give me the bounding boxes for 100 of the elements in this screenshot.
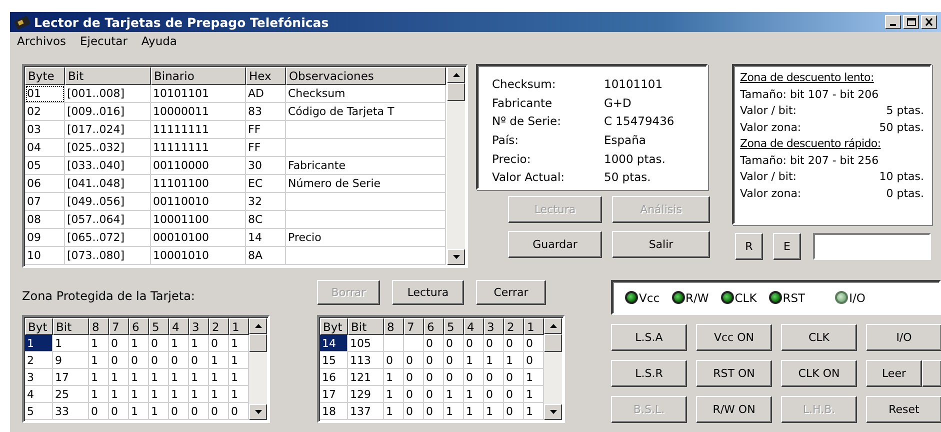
action-button[interactable]: Guardar bbox=[508, 231, 602, 258]
control-button[interactable]: L.S.R bbox=[611, 360, 687, 387]
table-cell[interactable]: 14 bbox=[320, 335, 348, 352]
table-cell[interactable]: 02 bbox=[25, 103, 65, 121]
column-header[interactable]: 1 bbox=[524, 318, 544, 335]
action-button[interactable]: Lectura bbox=[392, 280, 464, 305]
field-label: Valor / bit: bbox=[740, 103, 796, 119]
menu-item[interactable]: Ayuda bbox=[140, 34, 178, 50]
column-header[interactable]: Bit bbox=[53, 318, 89, 335]
column-header[interactable]: 8 bbox=[384, 318, 404, 335]
small-button[interactable] bbox=[922, 360, 941, 387]
register-button[interactable]: R bbox=[735, 233, 763, 260]
column-header[interactable]: 6 bbox=[424, 318, 444, 335]
control-button[interactable]: RST ON bbox=[696, 360, 772, 387]
table-cell: 0 bbox=[424, 386, 444, 403]
menu-item[interactable]: Ejecutar bbox=[78, 34, 128, 50]
table-cell[interactable]: 03 bbox=[25, 121, 65, 139]
table-cell: 1 bbox=[169, 386, 189, 403]
scroll-thumb[interactable] bbox=[447, 83, 465, 101]
maximize-button[interactable] bbox=[903, 15, 919, 29]
control-button[interactable]: I/O bbox=[866, 324, 941, 351]
column-header[interactable]: Byt bbox=[320, 318, 348, 335]
control-button[interactable]: R/W ON bbox=[696, 396, 772, 423]
table-cell: 1 bbox=[129, 386, 149, 403]
table-cell[interactable]: 5 bbox=[25, 403, 53, 420]
table-cell: 1 bbox=[189, 369, 209, 386]
column-header[interactable]: 3 bbox=[484, 318, 504, 335]
register-button[interactable]: E bbox=[773, 233, 801, 260]
control-button[interactable]: Reset bbox=[866, 396, 941, 423]
table-cell: 0 bbox=[424, 369, 444, 386]
scroll-thumb[interactable] bbox=[544, 334, 562, 352]
column-header[interactable]: 2 bbox=[209, 318, 229, 335]
table-cell[interactable]: 3 bbox=[25, 369, 53, 386]
input-field[interactable] bbox=[813, 233, 931, 260]
column-header[interactable]: Binario bbox=[151, 67, 246, 85]
table-cell[interactable]: 01 bbox=[25, 85, 65, 103]
action-button[interactable]: Cerrar bbox=[476, 280, 546, 305]
table-cell[interactable]: 08 bbox=[25, 211, 65, 229]
column-header[interactable]: 1 bbox=[229, 318, 249, 335]
table-cell[interactable]: 16 bbox=[320, 369, 348, 386]
table-cell: 0 bbox=[444, 369, 464, 386]
column-header[interactable]: Observaciones bbox=[286, 67, 446, 85]
scroll-up-icon[interactable] bbox=[249, 318, 267, 334]
menu-item[interactable]: Archivos bbox=[16, 34, 67, 50]
column-header[interactable]: 7 bbox=[404, 318, 424, 335]
table-cell: [041..048] bbox=[65, 175, 151, 193]
minimize-button[interactable] bbox=[885, 15, 901, 29]
control-button[interactable]: CLK bbox=[781, 324, 857, 351]
table-cell[interactable]: 18 bbox=[320, 403, 348, 420]
close-button[interactable] bbox=[921, 15, 937, 29]
control-button[interactable]: Leer bbox=[866, 360, 922, 387]
table-cell: 0 bbox=[504, 369, 524, 386]
table-cell[interactable]: 4 bbox=[25, 386, 53, 403]
table-cell[interactable]: 04 bbox=[25, 139, 65, 157]
table-cell[interactable]: 1 bbox=[25, 335, 53, 352]
scroll-down-icon[interactable] bbox=[447, 249, 465, 265]
column-header[interactable]: 4 bbox=[169, 318, 189, 335]
table-cell: 00010100 bbox=[151, 229, 246, 247]
table-cell[interactable]: 09 bbox=[25, 229, 65, 247]
column-header[interactable]: 8 bbox=[89, 318, 109, 335]
column-header[interactable]: Byte bbox=[25, 67, 65, 85]
column-header[interactable]: 5 bbox=[444, 318, 464, 335]
column-header[interactable]: 3 bbox=[189, 318, 209, 335]
table-cell: 10000011 bbox=[151, 103, 246, 121]
control-button[interactable]: L.S.A bbox=[611, 324, 687, 351]
scroll-thumb[interactable] bbox=[249, 334, 267, 352]
table-cell: 113 bbox=[348, 352, 384, 369]
column-header[interactable]: Bit bbox=[65, 67, 151, 85]
table-cell[interactable]: 10 bbox=[25, 247, 65, 265]
table-cell: 1 bbox=[209, 369, 229, 386]
control-button[interactable]: CLK ON bbox=[781, 360, 857, 387]
scrollbar[interactable] bbox=[544, 318, 562, 420]
table-cell[interactable]: 15 bbox=[320, 352, 348, 369]
table-cell[interactable]: 17 bbox=[320, 386, 348, 403]
control-button[interactable]: Vcc ON bbox=[696, 324, 772, 351]
table-cell: 1 bbox=[504, 352, 524, 369]
column-header[interactable]: 6 bbox=[129, 318, 149, 335]
scrollbar[interactable] bbox=[249, 318, 267, 420]
column-header[interactable]: 5 bbox=[149, 318, 169, 335]
scroll-up-icon[interactable] bbox=[544, 318, 562, 334]
column-header[interactable]: Byt bbox=[25, 318, 53, 335]
column-header[interactable]: 2 bbox=[504, 318, 524, 335]
table-cell: 0 bbox=[169, 352, 189, 369]
action-button[interactable]: Salir bbox=[612, 231, 710, 258]
column-header[interactable]: 4 bbox=[464, 318, 484, 335]
field-value: 5 ptas. bbox=[886, 103, 924, 119]
table-cell: 1 bbox=[484, 403, 504, 420]
scrollbar[interactable] bbox=[447, 67, 465, 265]
scroll-up-icon[interactable] bbox=[447, 67, 465, 83]
field-label: Checksum: bbox=[492, 76, 557, 93]
column-header[interactable]: Hex bbox=[246, 67, 286, 85]
column-header[interactable]: Bit bbox=[348, 318, 384, 335]
table-cell[interactable]: 2 bbox=[25, 352, 53, 369]
scroll-down-icon[interactable] bbox=[544, 404, 562, 420]
column-header[interactable]: 7 bbox=[109, 318, 129, 335]
scroll-down-icon[interactable] bbox=[249, 404, 267, 420]
table-cell[interactable]: 07 bbox=[25, 193, 65, 211]
table-cell[interactable]: 05 bbox=[25, 157, 65, 175]
table-cell[interactable]: 06 bbox=[25, 175, 65, 193]
table-cell: 1 bbox=[189, 335, 209, 352]
